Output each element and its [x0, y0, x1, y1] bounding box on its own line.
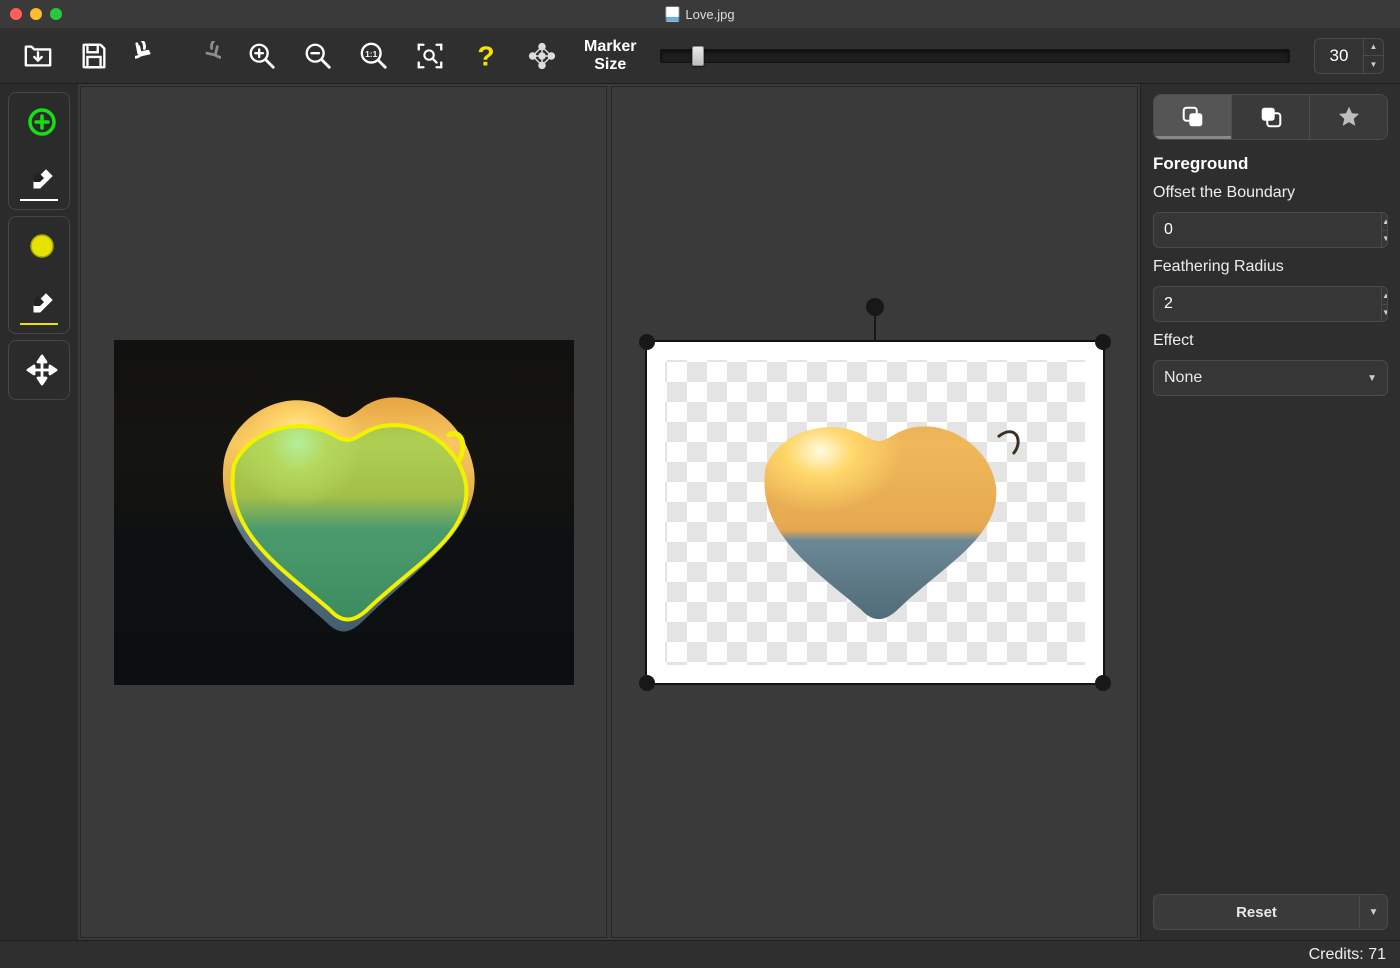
eraser-icon: [26, 282, 58, 314]
zoom-actual-button[interactable]: 1:1: [352, 34, 396, 78]
tool-underline: [20, 199, 58, 201]
properties-panel: Foreground Offset the Boundary ▲ ▼ Feath…: [1140, 84, 1400, 940]
result-pane[interactable]: [611, 86, 1138, 938]
rotate-handle[interactable]: [866, 298, 884, 316]
credits-value: 71: [1368, 946, 1386, 964]
close-window-button[interactable]: [10, 8, 22, 20]
source-pane[interactable]: [80, 86, 607, 938]
crop-handle-top-right[interactable]: [1095, 334, 1111, 350]
crop-handle-top-left[interactable]: [639, 334, 655, 350]
canvas-area: [78, 84, 1140, 940]
effect-value: None: [1164, 369, 1202, 387]
help-button[interactable]: ?: [464, 34, 508, 78]
zoom-fit-icon: [415, 41, 445, 71]
tool-underline: [20, 323, 58, 325]
toolbar: 1:1 ? Marker Size: [0, 28, 1400, 84]
redo-button[interactable]: [184, 34, 228, 78]
reset-dropdown[interactable]: ▼: [1359, 895, 1387, 929]
feather-stepper[interactable]: ▲ ▼: [1153, 286, 1388, 322]
tab-favorites[interactable]: [1309, 95, 1387, 139]
tool-strip: [0, 84, 78, 940]
effect-select[interactable]: None ▼: [1153, 360, 1388, 396]
rotate-stem: [874, 312, 876, 342]
marker-size-label: Marker Size: [584, 38, 636, 73]
undo-button[interactable]: [128, 34, 172, 78]
zoom-in-icon: [247, 41, 277, 71]
offset-label: Offset the Boundary: [1153, 184, 1388, 202]
zoom-out-button[interactable]: [296, 34, 340, 78]
redo-icon: [191, 41, 221, 71]
eraser-white-tool[interactable]: [13, 149, 71, 199]
ai-button[interactable]: [520, 34, 564, 78]
feather-input[interactable]: [1154, 287, 1381, 321]
result-frame[interactable]: [645, 340, 1105, 685]
svg-text:?: ?: [477, 41, 494, 71]
layers-background-icon: [1258, 104, 1284, 130]
move-tool[interactable]: [13, 345, 71, 395]
marker-size-down[interactable]: ▼: [1364, 56, 1383, 73]
marker-size-input[interactable]: [1315, 39, 1363, 73]
crop-handle-bottom-left[interactable]: [639, 675, 655, 691]
add-marker-tool[interactable]: [13, 97, 71, 147]
save-icon: [79, 41, 109, 71]
star-icon: [1336, 104, 1362, 130]
main-area: Foreground Offset the Boundary ▲ ▼ Feath…: [0, 84, 1400, 940]
document-title: Love.jpg: [665, 6, 734, 22]
undo-icon: [135, 41, 165, 71]
feather-down[interactable]: ▼: [1382, 305, 1388, 322]
add-marker-icon: [26, 106, 58, 138]
marker-size-stepper[interactable]: ▲ ▼: [1314, 38, 1384, 74]
reset-control: Reset ▼: [1153, 894, 1388, 930]
offset-down[interactable]: ▼: [1382, 231, 1388, 248]
window-controls: [10, 8, 62, 20]
layers-foreground-icon: [1180, 104, 1206, 130]
document-icon: [665, 6, 679, 22]
eraser-icon: [26, 158, 58, 190]
help-icon: ?: [471, 41, 501, 71]
marker-size-slider[interactable]: [660, 44, 1290, 68]
zoom-1-1-icon: 1:1: [359, 41, 389, 71]
offset-up[interactable]: ▲: [1382, 213, 1388, 231]
crop-handle-bottom-right[interactable]: [1095, 675, 1111, 691]
statusbar: Credits: 71: [0, 940, 1400, 968]
zoom-fit-button[interactable]: [408, 34, 452, 78]
marker-dot-icon: [26, 230, 58, 262]
open-icon: [23, 41, 53, 71]
feather-up[interactable]: ▲: [1382, 287, 1388, 305]
eraser-yellow-tool[interactable]: [13, 273, 71, 323]
slider-thumb[interactable]: [692, 46, 704, 66]
zoom-in-button[interactable]: [240, 34, 284, 78]
chevron-down-icon: ▼: [1367, 373, 1377, 384]
document-filename: Love.jpg: [685, 7, 734, 22]
titlebar: Love.jpg: [0, 0, 1400, 28]
minimize-window-button[interactable]: [30, 8, 42, 20]
marker-size-up[interactable]: ▲: [1364, 39, 1383, 57]
save-button[interactable]: [72, 34, 116, 78]
source-image: [114, 340, 574, 685]
move-icon: [26, 354, 58, 386]
effect-label: Effect: [1153, 332, 1388, 350]
zoom-out-icon: [303, 41, 333, 71]
offset-stepper[interactable]: ▲ ▼: [1153, 212, 1388, 248]
feather-label: Feathering Radius: [1153, 258, 1388, 276]
yellow-marker-tool[interactable]: [13, 221, 71, 271]
panel-heading: Foreground: [1153, 154, 1388, 174]
offset-input[interactable]: [1154, 213, 1381, 247]
panel-tabs: [1153, 94, 1388, 140]
credits-label: Credits:: [1309, 946, 1364, 964]
tab-foreground[interactable]: [1154, 95, 1231, 139]
svg-text:1:1: 1:1: [365, 48, 377, 58]
reset-button[interactable]: Reset: [1154, 895, 1359, 929]
tab-background[interactable]: [1231, 95, 1309, 139]
maximize-window-button[interactable]: [50, 8, 62, 20]
ai-network-icon: [527, 41, 557, 71]
open-button[interactable]: [16, 34, 60, 78]
